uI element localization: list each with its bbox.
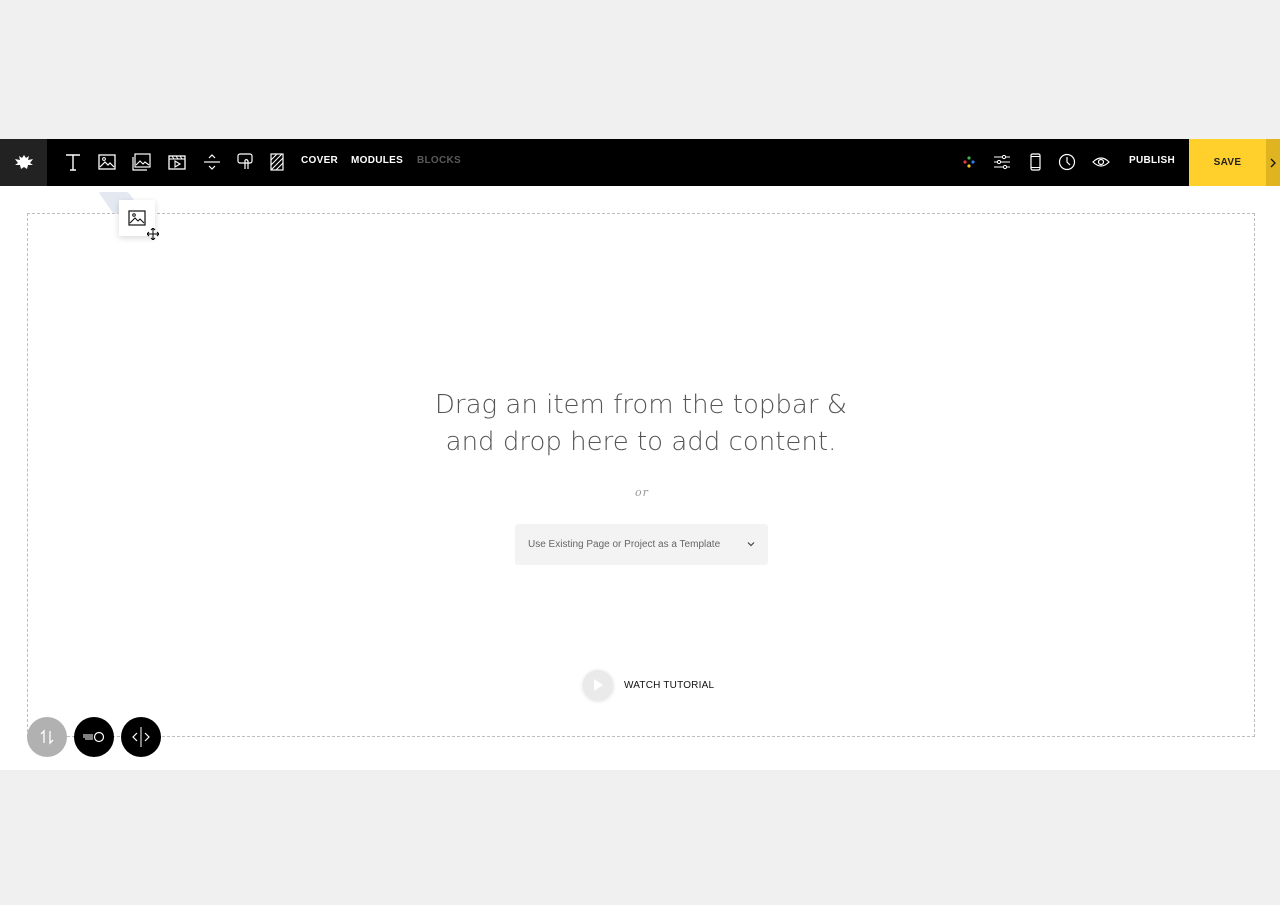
expand-horizontal-icon [132,727,150,747]
video-tool-icon[interactable] [166,151,188,173]
drop-zone[interactable] [27,213,1255,737]
headline-line-2: and drop here to add content. [445,427,837,457]
or-divider: or [635,486,649,499]
swap-vertical-icon [40,729,54,745]
color-palette-icon[interactable] [959,152,979,172]
gallery-tool-icon[interactable] [131,151,153,173]
logo-icon[interactable] [0,139,47,186]
reorder-button[interactable] [27,717,67,757]
eye-icon[interactable] [1091,152,1111,172]
chevron-right-icon[interactable] [1266,139,1280,186]
chevron-down-icon [747,542,755,547]
spacer-tool-icon[interactable] [201,151,223,173]
pattern-tool-icon[interactable] [266,151,288,173]
modules-tab[interactable]: MODULES [351,155,403,166]
topbar: COVER MODULES BLOCKS PUBLISH SAVE [0,139,1280,186]
mobile-icon[interactable] [1025,152,1045,172]
width-toggle-button[interactable] [121,717,161,757]
save-label: SAVE [1213,157,1242,168]
image-tool-icon[interactable] [96,151,118,173]
clock-icon[interactable] [1057,152,1077,172]
toggle-icon [83,731,105,743]
cover-tab[interactable]: COVER [301,155,338,166]
layout-toggle-button[interactable] [74,717,114,757]
watch-tutorial-label: WATCH TUTORIAL [624,679,715,691]
publish-button[interactable]: PUBLISH [1129,155,1175,166]
template-select[interactable]: Use Existing Page or Project as a Templa… [515,524,768,565]
settings-sliders-icon[interactable] [992,152,1012,172]
template-select-label: Use Existing Page or Project as a Templa… [528,539,721,550]
watch-tutorial-button[interactable]: WATCH TUTORIAL [583,670,714,700]
headline-line-1: Drag an item from the topbar & [434,390,848,420]
text-tool-icon[interactable] [62,151,84,173]
button-tool-icon[interactable] [235,151,257,173]
play-icon [583,670,613,700]
empty-state-headline: Drag an item from the topbar & and drop … [400,387,882,461]
blocks-tab[interactable]: BLOCKS [417,155,461,166]
save-button[interactable]: SAVE [1189,139,1266,186]
move-cursor-icon [147,228,159,240]
